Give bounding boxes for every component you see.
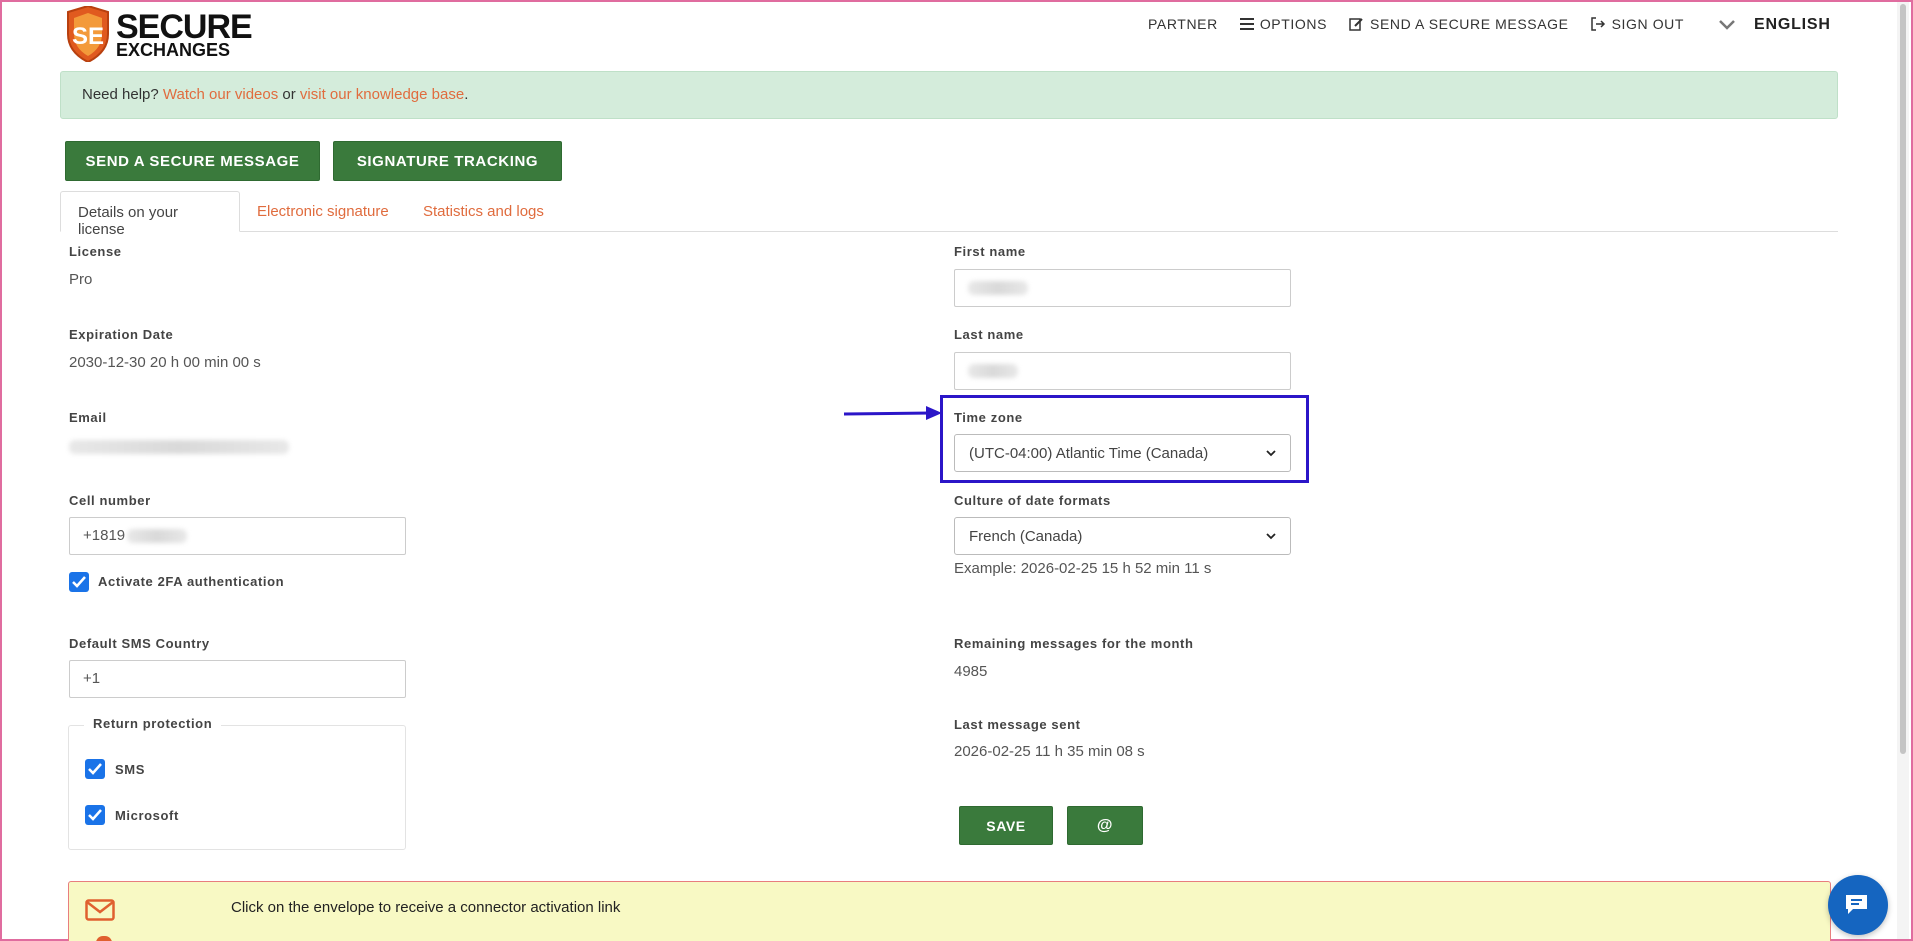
email-at-button[interactable]: @	[1067, 806, 1143, 845]
send-secure-message-button[interactable]: SEND A SECURE MESSAGE	[65, 141, 320, 181]
timezone-value: (UTC-04:00) Atlantic Time (Canada)	[969, 444, 1209, 462]
timezone-label: Time zone	[954, 410, 1023, 425]
save-button[interactable]: SAVE	[959, 806, 1053, 845]
watch-videos-link[interactable]: Watch our videos	[163, 86, 278, 103]
first-name-label: First name	[954, 244, 1026, 259]
cell-number-input[interactable]: +1819	[69, 517, 406, 555]
save-button-label: SAVE	[986, 817, 1026, 834]
sms-country-input[interactable]: +1	[69, 660, 406, 698]
edit-icon	[1349, 18, 1363, 31]
send-button-label: SEND A SECURE MESSAGE	[85, 152, 300, 170]
annotation-arrow-icon	[843, 406, 942, 420]
svg-text:SE: SE	[72, 23, 104, 50]
tab-bar: Details on your license Electronic signa…	[60, 191, 1838, 238]
twofa-checkbox[interactable]	[69, 572, 89, 592]
chat-button[interactable]	[1828, 875, 1888, 935]
email-value	[69, 438, 289, 455]
checkmark-icon	[72, 576, 86, 588]
culture-select[interactable]: French (Canada)	[954, 517, 1291, 555]
logo[interactable]: SE SECURE EXCHANGES	[64, 4, 253, 64]
signature-button-label: SIGNATURE TRACKING	[356, 152, 539, 170]
nav-send-label: SEND A SECURE MESSAGE	[1370, 16, 1569, 32]
microsoft-label: Microsoft	[115, 808, 179, 823]
last-name-input[interactable]	[954, 352, 1291, 390]
top-nav: PARTNER OPTIONS SEND A SECURE MESSAGE SI…	[1148, 16, 1706, 32]
microsoft-checkbox[interactable]	[85, 805, 105, 825]
signature-tracking-button[interactable]: SIGNATURE TRACKING	[333, 141, 562, 181]
remaining-messages-label: Remaining messages for the month	[954, 636, 1194, 651]
culture-value: French (Canada)	[969, 527, 1083, 545]
tab-details[interactable]: Details on your license	[60, 191, 240, 238]
remaining-messages-value: 4985	[954, 663, 988, 680]
scrollbar-thumb[interactable]	[1900, 4, 1906, 754]
page-scrollbar[interactable]	[1897, 2, 1909, 939]
return-protection-group	[68, 725, 406, 850]
tab-esign-label: Electronic signature	[257, 203, 389, 220]
chevron-down-icon	[1719, 20, 1735, 30]
sms-country-value: +1	[83, 670, 101, 687]
envelope-icon[interactable]	[85, 899, 115, 921]
last-message-sent-label: Last message sent	[954, 717, 1081, 732]
chevron-down-icon	[1266, 449, 1276, 456]
help-or: or	[282, 86, 296, 103]
tab-details-label: Details on your license	[78, 204, 179, 238]
checkmark-icon	[88, 809, 102, 821]
tab-stats-label: Statistics and logs	[423, 203, 544, 220]
cell-number-label: Cell number	[69, 493, 151, 508]
nav-partner-label: PARTNER	[1148, 16, 1218, 32]
first-name-input[interactable]	[954, 269, 1291, 307]
language-selector[interactable]: ENGLISH	[1718, 16, 1831, 34]
language-label: ENGLISH	[1754, 16, 1831, 33]
checkmark-icon	[88, 763, 102, 775]
culture-label: Culture of date formats	[954, 493, 1111, 508]
date-format-example: Example: 2026-02-25 15 h 52 min 11 s	[954, 560, 1212, 577]
help-suffix: .	[464, 86, 469, 103]
tab-statistics[interactable]: Statistics and logs	[406, 191, 561, 232]
sign-out-icon	[1590, 17, 1605, 31]
logo-line1: SECURE	[116, 7, 253, 46]
cell-number-value: +1819	[83, 527, 126, 544]
twofa-label: Activate 2FA authentication	[98, 574, 285, 589]
at-button-label: @	[1096, 816, 1114, 834]
knowledge-base-link[interactable]: visit our knowledge base	[300, 86, 464, 103]
info-icon	[96, 936, 112, 941]
help-banner: Need help? Watch our videos or visit our…	[60, 71, 1838, 119]
nav-sign-out[interactable]: SIGN OUT	[1590, 16, 1685, 32]
nav-options[interactable]: OPTIONS	[1239, 16, 1328, 32]
sms-country-label: Default SMS Country	[69, 636, 210, 651]
connector-text: Click on the envelope to receive a conne…	[231, 899, 621, 916]
last-name-label: Last name	[954, 327, 1024, 342]
timezone-select[interactable]: (UTC-04:00) Atlantic Time (Canada)	[954, 434, 1291, 472]
sms-label: SMS	[115, 762, 145, 777]
help-prefix: Need help?	[82, 86, 159, 103]
return-protection-legend: Return protection	[84, 716, 222, 731]
nav-sign-out-label: SIGN OUT	[1611, 16, 1685, 32]
last-message-sent-value: 2026-02-25 11 h 35 min 08 s	[954, 743, 1145, 760]
email-label: Email	[69, 410, 107, 425]
nav-partner[interactable]: PARTNER	[1148, 16, 1218, 32]
expiration-value: 2030-12-30 20 h 00 min 00 s	[69, 354, 261, 371]
sms-checkbox[interactable]	[85, 759, 105, 779]
nav-options-label: OPTIONS	[1259, 16, 1328, 32]
menu-icon	[1239, 18, 1254, 30]
chat-icon	[1846, 895, 1867, 914]
logo-text: SECURE EXCHANGES	[116, 7, 253, 56]
expiration-label: Expiration Date	[69, 327, 174, 342]
tab-electronic-signature[interactable]: Electronic signature	[240, 191, 406, 232]
license-value: Pro	[69, 271, 93, 288]
nav-send-message[interactable]: SEND A SECURE MESSAGE	[1349, 16, 1569, 32]
license-label: License	[69, 244, 122, 259]
logo-shield-icon: SE	[64, 4, 112, 64]
chevron-down-icon	[1266, 532, 1276, 539]
